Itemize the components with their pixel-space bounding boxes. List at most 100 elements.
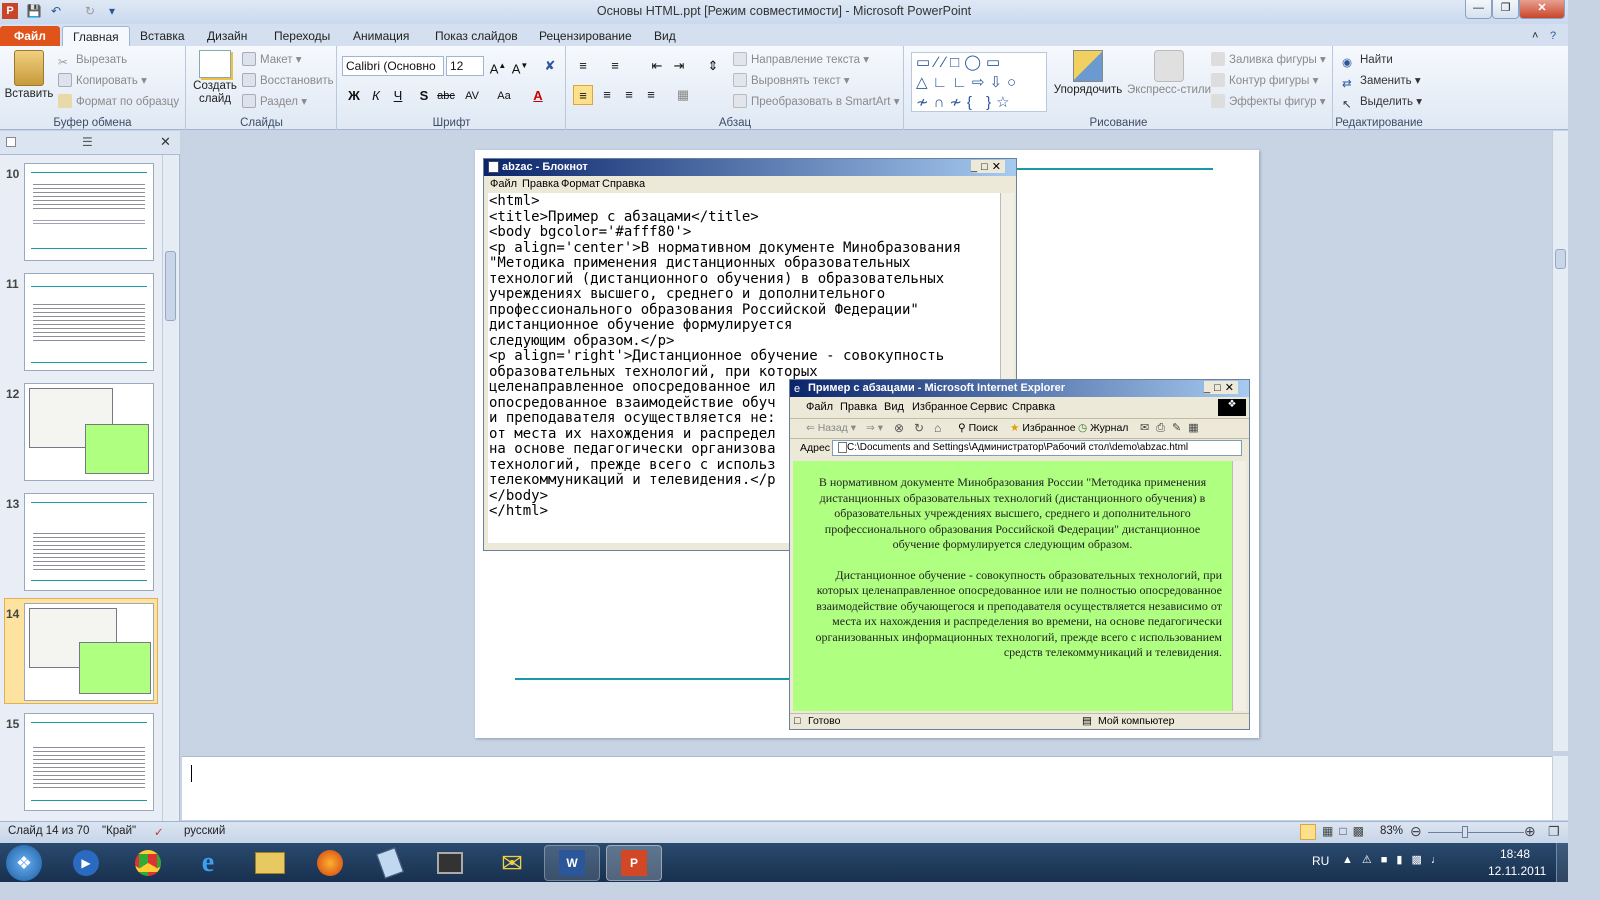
bullets-icon[interactable]: ≡ [573,56,593,76]
window-taskbar-icon[interactable] [422,845,478,881]
cut-button[interactable]: ✂ Вырезать [58,52,127,69]
ie-extra-tools[interactable]: ✉⎙✎▦ [1140,421,1206,435]
close-panel-icon[interactable]: ✕ [160,134,171,150]
layout-button[interactable]: Макет ▾ [242,52,302,68]
tab-view[interactable]: Вид [646,26,684,46]
firefox-icon[interactable] [302,845,358,881]
font-color-icon[interactable]: A [528,86,548,106]
notes-pane[interactable] [182,756,1554,820]
arrange-button[interactable]: Упорядочить [1051,50,1125,96]
justify-icon[interactable]: ≡ [641,85,661,105]
columns-icon[interactable]: ▦ [673,85,693,105]
show-desktop-button[interactable] [1556,843,1568,882]
slide-thumbnail[interactable] [24,713,154,811]
bold-icon[interactable]: Ж [344,86,364,106]
fit-to-window-icon[interactable]: ❐ [1548,824,1560,840]
strikethrough-icon[interactable]: abc [436,86,456,106]
slides-tab-icon[interactable] [6,137,16,147]
notepad-menu-edit[interactable]: Правка [522,178,559,190]
ie-home-icon[interactable]: ⌂ [934,421,941,435]
align-left-icon[interactable]: ≡ [573,85,593,105]
ie-menu-help[interactable]: Справка [1012,401,1055,413]
address-bar[interactable]: C:\Documents and Settings\Администратор\… [832,440,1242,456]
ie-scrollbar[interactable] [1232,461,1246,711]
ie-history-button[interactable]: ◷ Журнал [1078,422,1128,434]
notepad-menu-file[interactable]: Файл [490,178,517,190]
ie-window[interactable]: Пример с абзацами - Microsoft Internet E… [789,379,1250,730]
powerpoint-taskbar-icon[interactable]: P [606,845,662,881]
media-player-icon[interactable]: ▶ [58,845,114,881]
italic-icon[interactable]: К [366,86,386,106]
zoom-in-icon[interactable]: ⊕ [1524,823,1536,840]
theme-name[interactable]: "Край" [102,825,136,837]
paste-button[interactable]: Вставить [4,50,54,100]
explorer-folder-icon[interactable] [242,845,298,881]
minimize-button[interactable]: — [1465,0,1492,19]
reset-button[interactable]: Восстановить [242,73,334,89]
ie-window-controls[interactable]: _□✕ [1204,381,1238,394]
tab-file[interactable]: Файл [0,26,60,46]
start-button-icon[interactable]: ❖ [6,845,42,881]
shadow-icon[interactable]: S [414,86,434,106]
restore-button[interactable]: ❐ [1492,0,1519,19]
smartart-button[interactable]: Преобразовать в SmartArt ▾ [733,94,899,110]
notes-scrollbar[interactable] [1552,756,1568,820]
tab-review[interactable]: Рецензирование [531,26,640,46]
ie-stop-icon[interactable]: ⊗ [894,421,904,435]
shrink-font-icon[interactable]: A▼ [510,56,530,76]
help-icon[interactable]: ? [1542,26,1564,46]
ie-forward-icon[interactable]: ⇒ ▾ [866,422,883,434]
select-button[interactable]: ↖ Выделить ▾ [1342,94,1422,111]
ie-menu-view[interactable]: Вид [884,401,904,413]
underline-icon[interactable]: Ч [388,86,408,106]
mail-taskbar-icon[interactable]: ✉ [484,845,540,881]
slide-scrollbar[interactable] [1552,131,1568,751]
tab-home[interactable]: Главная [62,26,130,46]
align-right-icon[interactable]: ≡ [619,85,639,105]
keyboard-language[interactable]: RU [1312,854,1329,868]
notepad-menu-format[interactable]: Формат [561,178,600,190]
clock-time[interactable]: 18:48 [1500,847,1530,861]
language[interactable]: русский [184,825,225,837]
slide-thumbnail[interactable] [24,163,154,261]
ie-menu-file[interactable]: Файл [806,401,833,413]
zoom-slider-thumb[interactable] [1462,826,1468,838]
zoom-out-icon[interactable]: ⊖ [1410,823,1422,840]
clock-date[interactable]: 12.11.2011 [1488,864,1546,878]
slide-scroll-thumb[interactable] [1555,249,1566,269]
ie-back-button[interactable]: ⇐ Назад ▾ [806,422,856,434]
tab-slideshow[interactable]: Показ слайдов [427,26,526,46]
find-button[interactable]: ◉ Найти [1342,52,1393,69]
normal-view-icon[interactable] [1300,824,1316,840]
clear-formatting-icon[interactable]: ✘ [540,56,560,76]
notepad-window-controls[interactable]: _□✕ [971,160,1005,173]
increase-indent-icon[interactable]: ⇥ [669,56,689,76]
view-buttons[interactable]: ▦□▩ [1322,824,1370,838]
slide-thumbnail[interactable] [24,273,154,371]
decrease-indent-icon[interactable]: ⇤ [647,56,667,76]
new-slide-button[interactable]: Создать слайд [191,50,239,106]
font-size-select[interactable]: 12 [446,56,484,76]
zoom-slider[interactable] [1428,832,1524,833]
quick-styles-button[interactable]: Экспресс-стили [1123,50,1215,96]
shape-effects-button[interactable]: Эффекты фигур ▾ [1211,94,1326,110]
notepad-menu-help[interactable]: Справка [602,178,645,190]
scroll-thumb[interactable] [165,251,176,321]
ie-search-button[interactable]: ⚲ Поиск [958,422,998,434]
align-text-button[interactable]: Выровнять текст ▾ [733,73,850,89]
close-button[interactable]: ✕ [1519,0,1565,19]
format-painter-button[interactable]: Формат по образцу [58,94,179,110]
ie-refresh-icon[interactable]: ↻ [914,421,924,435]
copy-button[interactable]: Копировать ▾ [58,73,147,89]
zoom-level[interactable]: 83% [1380,825,1403,837]
ie-menu-edit[interactable]: Правка [840,401,877,413]
notepad-taskbar-icon[interactable] [362,845,418,881]
ie-menu-favorites[interactable]: Избранное [912,401,968,413]
tab-animation[interactable]: Анимация [345,26,417,46]
tab-transitions[interactable]: Переходы [266,26,338,46]
slide-thumbnail[interactable] [24,383,154,481]
change-case-icon[interactable]: Aa [494,86,514,106]
font-name-select[interactable]: Calibri (Основно [342,56,444,76]
replace-button[interactable]: ⇄ Заменить ▾ [1342,73,1421,90]
ie-favorites-button[interactable]: ★ Избранное [1010,422,1076,434]
